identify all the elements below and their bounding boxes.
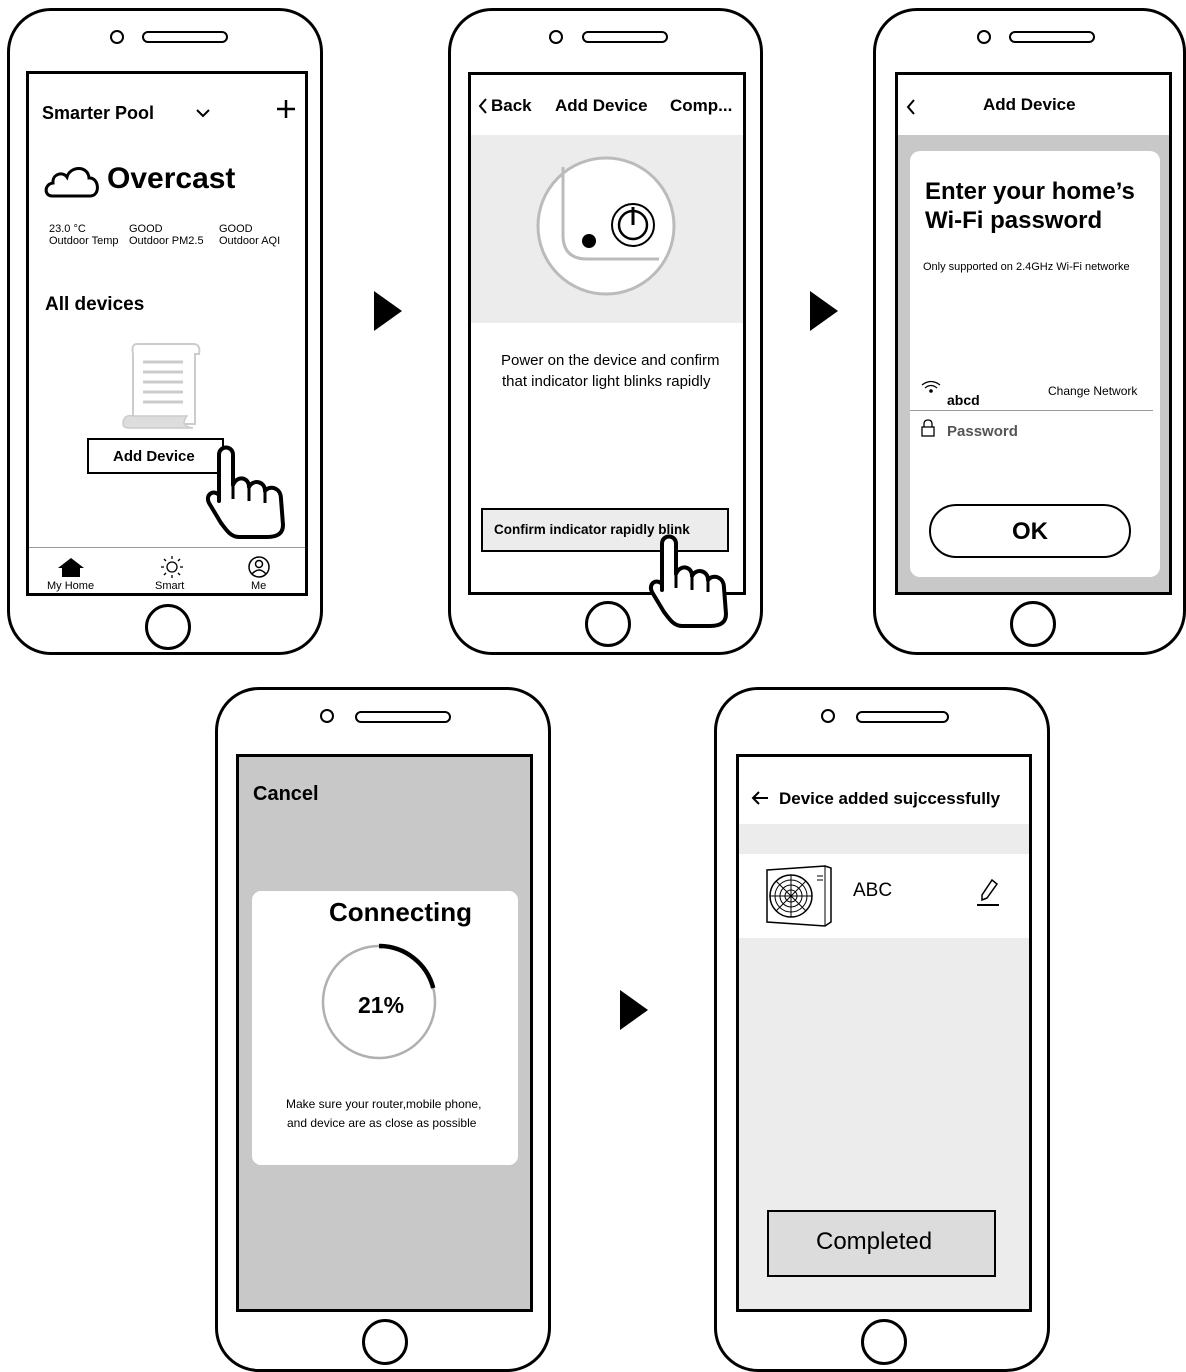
stat-aqi: GOOD Outdoor AQI <box>219 223 280 247</box>
person-icon[interactable] <box>248 556 270 578</box>
device-row[interactable]: ABC <box>739 854 1029 938</box>
instruction-line-1: Power on the device and confirm <box>501 352 720 369</box>
weather-label: Overcast <box>107 162 236 195</box>
wifi-card: Enter your home’s Wi-Fi password Only su… <box>910 151 1160 577</box>
tab-me[interactable]: Me <box>251 580 266 592</box>
screen-success: Device added sujccessfully ABC Completed <box>736 754 1032 1312</box>
step-arrow-2 <box>810 291 838 331</box>
sun-icon[interactable] <box>161 556 183 578</box>
step-arrow-3 <box>620 990 648 1030</box>
home-name[interactable]: Smarter Pool <box>42 103 154 124</box>
stat-temp: 23.0 °C Outdoor Temp <box>49 223 119 247</box>
phone-5: Device added sujccessfully ABC Completed <box>714 687 1050 1372</box>
network-note: Only supported on 2.4GHz Wi-Fi networke <box>923 261 1130 273</box>
progress-percent: 21% <box>358 992 405 1018</box>
speaker-icon <box>355 711 451 723</box>
speaker-icon <box>856 711 949 723</box>
back-button[interactable]: Back <box>491 96 532 116</box>
cloud-icon <box>44 167 99 198</box>
chevron-down-icon[interactable] <box>196 108 210 118</box>
home-button <box>145 604 191 650</box>
device-indicator-illustration <box>536 156 676 296</box>
screen-add-device: Back Add Device Comp... Power on the dev… <box>468 72 746 595</box>
back-arrow-icon[interactable] <box>751 791 769 805</box>
stat-label: Outdoor AQI <box>219 235 281 247</box>
connecting-title: Connecting <box>329 897 472 927</box>
camera-icon <box>977 30 991 44</box>
add-icon[interactable] <box>277 100 295 118</box>
add-device-button[interactable]: Add Device <box>87 438 224 474</box>
add-device-label: Add Device <box>113 448 195 465</box>
hint-line-2: and device are as close as possible <box>287 1116 477 1130</box>
completed-label: Completed <box>816 1228 933 1255</box>
tab-my-home[interactable]: My Home <box>47 580 94 592</box>
home-button <box>585 601 631 647</box>
speaker-icon <box>142 31 228 43</box>
heading-line-1: Enter your home’s <box>925 178 1135 205</box>
tapping-hand-icon <box>649 534 728 628</box>
camera-icon <box>821 709 835 723</box>
success-title: Device added sujccessfully <box>779 789 1001 808</box>
stat-value: GOOD <box>129 223 163 235</box>
back-chevron-icon[interactable] <box>478 98 488 114</box>
screen-title: Add Device <box>555 96 648 115</box>
phone-1: Smarter Pool Overcast 23.0 °C Outdoor Te… <box>7 8 323 655</box>
screen-wifi: Add Device Enter your home’s Wi-Fi passw… <box>895 72 1172 595</box>
wifi-icon <box>921 380 941 393</box>
phone-3: Add Device Enter your home’s Wi-Fi passw… <box>873 8 1186 655</box>
edit-pencil-icon[interactable] <box>977 878 1001 906</box>
home-button <box>362 1319 408 1365</box>
ok-label: OK <box>1012 518 1048 545</box>
lock-icon <box>921 419 935 437</box>
tabbar-divider <box>29 547 305 548</box>
screen-title: Add Device <box>983 95 1076 114</box>
camera-icon <box>320 709 334 723</box>
heading-line-2: Wi-Fi password <box>925 207 1103 234</box>
stat-value: 23.0 °C <box>49 223 86 235</box>
instruction-line-2: that indicator light blinks rapidly <box>502 373 711 390</box>
input-divider <box>910 410 1153 411</box>
progress-card: Connecting 21% Make sure your router,mob… <box>252 891 518 1165</box>
home-button <box>861 1319 907 1365</box>
stat-label: Outdoor PM2.5 <box>129 235 204 247</box>
cancel-button[interactable]: Cancel <box>253 783 319 806</box>
complete-link[interactable]: Comp... <box>670 96 732 116</box>
speaker-icon <box>1009 31 1095 43</box>
change-network-link[interactable]: Change Network <box>1048 384 1137 398</box>
progress-arc <box>378 943 436 989</box>
ok-button[interactable]: OK <box>929 504 1131 558</box>
empty-list-scroll-icon <box>122 343 201 429</box>
camera-icon <box>110 30 124 44</box>
tapping-hand-icon <box>206 445 285 539</box>
speaker-icon <box>582 31 668 43</box>
phone-4: Cancel Connecting 21% Make sure your rou… <box>215 687 551 1372</box>
network-name: abcd <box>947 392 980 408</box>
stat-label: Outdoor Temp <box>49 235 119 247</box>
device-name: ABC <box>853 880 893 901</box>
camera-icon <box>549 30 563 44</box>
hint-line-1: Make sure your router,mobile phone, <box>286 1097 482 1111</box>
back-chevron-icon[interactable] <box>906 99 916 115</box>
completed-button[interactable]: Completed <box>767 1210 996 1277</box>
step-arrow-1 <box>374 291 402 331</box>
section-title: All devices <box>45 294 145 315</box>
screen-connecting: Cancel Connecting 21% Make sure your rou… <box>236 754 533 1312</box>
stat-value: GOOD <box>219 223 253 235</box>
tab-smart[interactable]: Smart <box>155 580 184 592</box>
stat-pm25: GOOD Outdoor PM2.5 <box>129 223 204 247</box>
home-button <box>1010 601 1056 647</box>
home-icon[interactable] <box>57 557 85 577</box>
heat-pump-icon <box>766 865 832 927</box>
password-field[interactable]: Password <box>947 423 1018 440</box>
